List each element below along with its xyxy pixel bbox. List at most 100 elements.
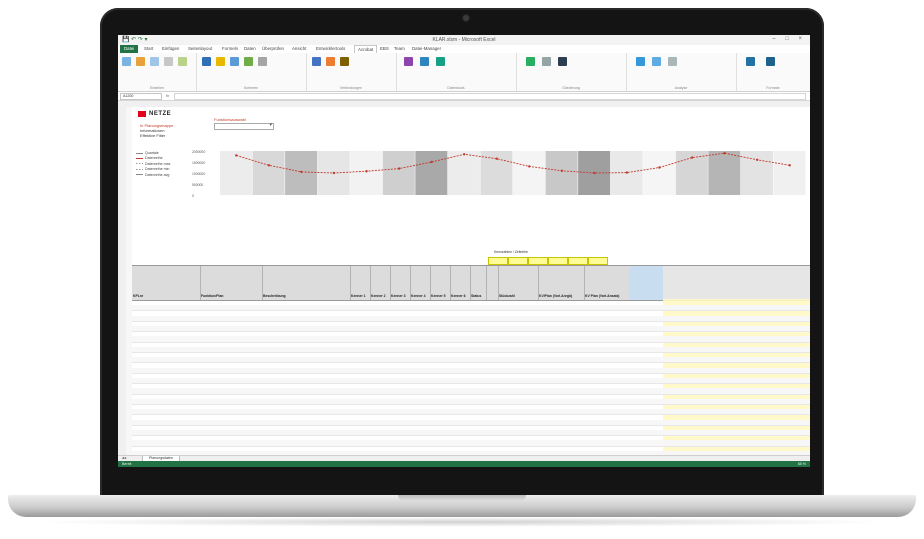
line-chart: 2000000 1500000 1000000 500000 0	[192, 150, 806, 198]
format-icon[interactable]	[746, 57, 755, 66]
yellow-cell	[488, 257, 508, 265]
title-bar: 💾 ↶ ↷ ▾ KLAR.xlsm - Microsoft Excel – □ …	[118, 35, 810, 45]
ribbon-group-label: Analyse	[674, 86, 688, 90]
ribbon-group-analysis: Analyse	[626, 53, 737, 91]
data-point	[495, 157, 498, 160]
subtotal-icon[interactable]	[558, 57, 567, 66]
ribbon-group-label: Sortieren	[243, 86, 259, 90]
ribbon-group-label: Verbindungen	[339, 86, 363, 90]
y-tick-label: 0	[192, 194, 194, 198]
tab-page-layout[interactable]: Seitenlayout	[188, 46, 212, 51]
status-text: Bereit	[122, 461, 132, 466]
column-header[interactable]: Kenner 5	[430, 266, 451, 300]
link-icon[interactable]	[312, 57, 321, 66]
tab-team[interactable]: Team	[394, 46, 405, 51]
sort-icon[interactable]	[202, 57, 211, 66]
tab-formulas[interactable]: Formeln	[222, 46, 238, 51]
tab-start[interactable]: Start	[144, 46, 153, 51]
column-header[interactable]: Kenner 1	[350, 266, 371, 300]
data-point	[658, 166, 661, 169]
column-header[interactable]: Kenner 2	[370, 266, 391, 300]
connections-icon[interactable]	[230, 57, 239, 66]
worksheet[interactable]: NETZE In Planungsmappe Funktionsauswahl …	[132, 107, 810, 455]
group-header: Kennzahlen / Zeitreihe	[494, 250, 528, 254]
column-header[interactable]: KV/Plan (Vorl.Anrgb)	[538, 266, 585, 300]
data-point	[690, 156, 694, 159]
ribbon: Erstellen Sortieren Verbindungen Datento…	[118, 53, 810, 92]
zoom-level[interactable]: 85 %	[798, 462, 806, 466]
column-header[interactable]	[630, 266, 664, 300]
shapes-icon[interactable]	[164, 57, 173, 66]
data-point	[267, 164, 271, 167]
filter-value-1: Funktionsauswahl	[214, 117, 247, 122]
legend-line-icon	[136, 157, 143, 160]
column-header[interactable]: Funktion/Plan	[200, 266, 263, 300]
validation-icon[interactable]	[404, 57, 413, 66]
tab-ebs[interactable]: EBS	[380, 46, 389, 51]
y-tick-label: 1500000	[192, 161, 205, 165]
filter-label-3: Effektive Filter	[140, 133, 166, 138]
sheet-nav-icon[interactable]: ◂ ▸	[122, 456, 127, 460]
chart-icon[interactable]	[326, 57, 335, 66]
column-header[interactable]: Kenner 6	[450, 266, 471, 300]
column-header[interactable]: Kenner 3	[390, 266, 411, 300]
tab-insert[interactable]: Einfügen	[162, 46, 179, 51]
tab-view[interactable]: Ansicht	[292, 46, 306, 51]
data-point	[528, 165, 531, 168]
tab-developer[interactable]: Entwicklertools	[316, 46, 345, 51]
column-header-group[interactable]	[663, 266, 810, 300]
table-header-row: KPLnr Funktion/Plan Beschreibung Kenner …	[132, 265, 810, 301]
formula-input[interactable]	[174, 93, 806, 100]
ribbon-group-connections: Verbindungen	[306, 53, 397, 91]
tab-review[interactable]: Überprüfen	[262, 46, 284, 51]
publish-icon[interactable]	[766, 57, 775, 66]
data-point	[365, 170, 368, 173]
tab-acrobat[interactable]: Acrobat	[354, 45, 378, 53]
filter-dropdown[interactable]	[214, 122, 274, 130]
window-title: KLAR.xlsm - Microsoft Excel	[432, 37, 496, 43]
table-icon[interactable]	[122, 57, 131, 66]
properties-icon[interactable]	[258, 57, 267, 66]
chart-band	[643, 151, 676, 195]
column-header[interactable]: Status	[470, 266, 487, 300]
camera-icon	[463, 15, 469, 21]
filter-icon[interactable]	[216, 57, 225, 66]
column-header[interactable]: Kenner 4	[410, 266, 431, 300]
ribbon-group-outline: Gliederung	[516, 53, 627, 91]
legend-line-icon	[136, 174, 143, 176]
tab-data[interactable]: Daten	[244, 46, 256, 51]
chart-band	[773, 151, 806, 195]
data-point	[397, 167, 401, 170]
database-icon[interactable]	[340, 57, 349, 66]
y-tick-label: 1000000	[192, 172, 205, 176]
window-controls[interactable]: – □ ×	[772, 36, 806, 42]
chart-band	[382, 151, 415, 195]
column-header[interactable]: KV Plan (Vorl.Ansatz)	[584, 266, 631, 300]
tab-file[interactable]: Datei	[120, 45, 139, 53]
analysis-icon[interactable]	[636, 57, 645, 66]
yellow-cell	[548, 257, 568, 265]
what-if-icon[interactable]	[436, 57, 445, 66]
data-point	[430, 160, 433, 164]
column-header[interactable]: Stückzahl	[498, 266, 539, 300]
column-header[interactable]: KPLnr	[132, 266, 201, 300]
chart-legend: Quartale Datenreihe Datenreihe max Daten…	[136, 151, 170, 178]
list-icon[interactable]	[668, 57, 677, 66]
name-box[interactable]: A1200	[120, 93, 162, 100]
pivot-icon[interactable]	[136, 57, 145, 66]
consolidate-icon[interactable]	[420, 57, 429, 66]
ungroup-icon[interactable]	[542, 57, 551, 66]
fx-icon: fx	[166, 93, 170, 98]
yellow-cell	[588, 257, 608, 265]
db-logo-icon	[138, 111, 146, 117]
image-icon[interactable]	[150, 57, 159, 66]
chart-band	[708, 151, 741, 195]
tab-file-manager[interactable]: Datei-Manager	[412, 46, 441, 51]
smartart-icon[interactable]	[178, 57, 187, 66]
group-icon[interactable]	[526, 57, 535, 66]
column-header[interactable]: Beschreibung	[262, 266, 351, 300]
solver-icon[interactable]	[652, 57, 661, 66]
refresh-icon[interactable]	[244, 57, 253, 66]
data-point	[625, 171, 629, 174]
chart-band	[350, 151, 383, 195]
